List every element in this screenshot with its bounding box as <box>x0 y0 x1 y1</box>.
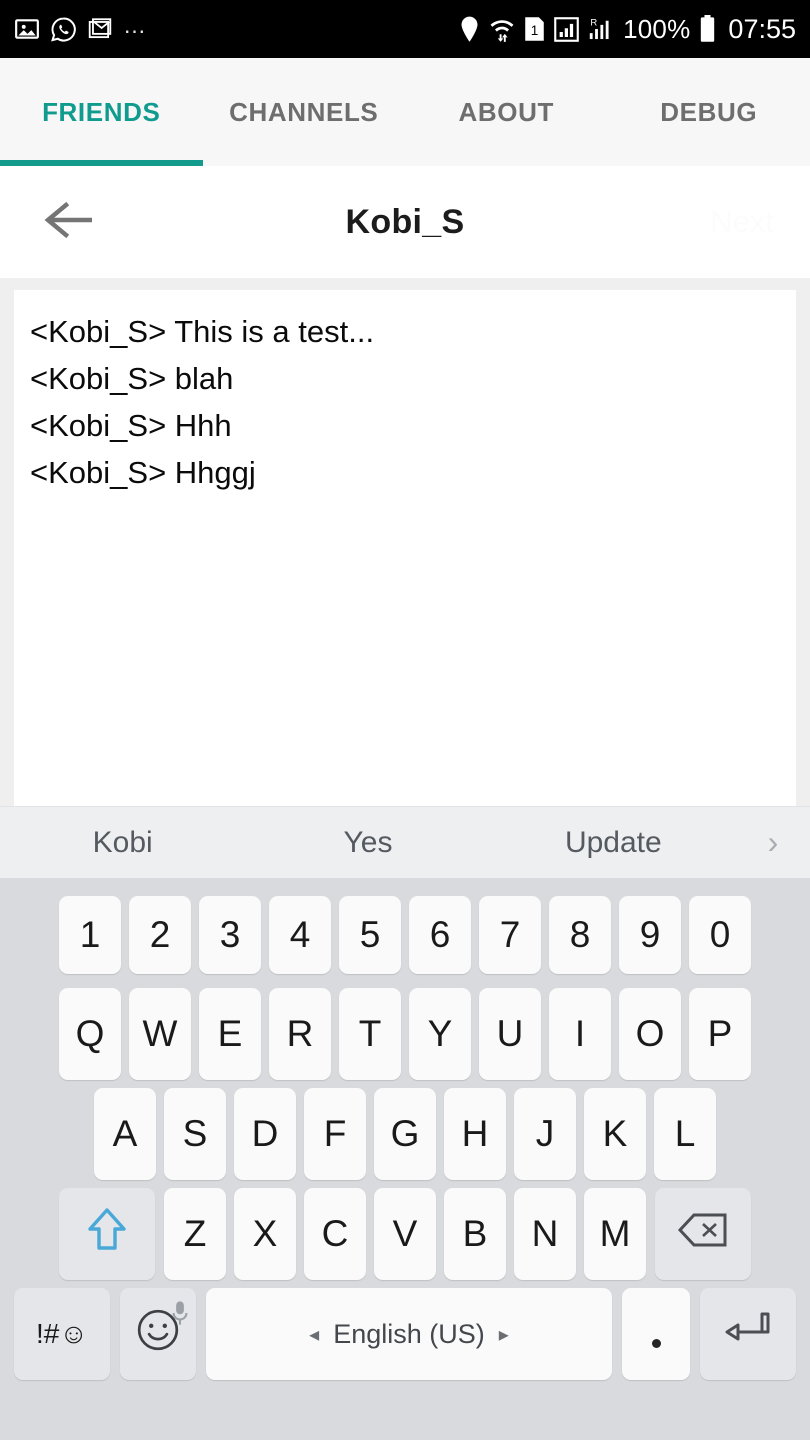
backspace-key[interactable] <box>655 1188 751 1280</box>
shift-key[interactable] <box>59 1188 155 1280</box>
tab-debug[interactable]: DEBUG <box>608 97 810 128</box>
key-u[interactable]: U <box>479 988 541 1080</box>
message-line: <Kobi_S> blah <box>30 361 234 396</box>
tab-friends[interactable]: FRIENDS <box>0 97 203 128</box>
key-d[interactable]: D <box>234 1088 296 1180</box>
wifi-icon <box>489 15 515 43</box>
message-line: <Kobi_S> Hhh <box>30 408 232 443</box>
signal-box-icon <box>554 16 579 42</box>
key-n[interactable]: N <box>514 1188 576 1280</box>
keyboard-row-bottom: !#☺ ◂ English (US) ▸ <box>0 1284 810 1384</box>
message-line: <Kobi_S> Hhggj <box>30 455 256 490</box>
key-s[interactable]: S <box>164 1088 226 1180</box>
location-pin-icon <box>459 16 480 43</box>
phone-screen: … 1 R 100% 07:55 FRIENDS CHANNELS ABOUT … <box>0 0 810 1440</box>
tab-bar: FRIENDS CHANNELS ABOUT DEBUG <box>0 58 810 166</box>
suggestions-expand-icon[interactable]: › <box>736 824 810 861</box>
conversation-header: Kobi_S Next <box>0 166 810 278</box>
next-language-icon[interactable]: ▸ <box>499 1322 509 1347</box>
key-4[interactable]: 4 <box>269 896 331 974</box>
battery-icon <box>699 15 716 43</box>
key-p[interactable]: P <box>689 988 751 1080</box>
tab-about[interactable]: ABOUT <box>405 97 608 128</box>
key-r[interactable]: R <box>269 988 331 1080</box>
key-v[interactable]: V <box>374 1188 436 1280</box>
gmail-icon <box>87 16 113 42</box>
microphone-icon <box>171 1293 189 1335</box>
status-bar: … 1 R 100% 07:55 <box>0 0 810 58</box>
tab-channels[interactable]: CHANNELS <box>203 97 406 128</box>
enter-key[interactable] <box>700 1288 796 1380</box>
roaming-signal-icon: R <box>588 16 614 42</box>
key-l[interactable]: L <box>654 1088 716 1180</box>
sim-1-icon: 1 <box>524 16 545 42</box>
key-a[interactable]: A <box>94 1088 156 1180</box>
key-5[interactable]: 5 <box>339 896 401 974</box>
key-j[interactable]: J <box>514 1088 576 1180</box>
message-line: <Kobi_S> This is a test... <box>30 314 375 349</box>
key-6[interactable]: 6 <box>409 896 471 974</box>
back-arrow-icon <box>41 199 97 246</box>
key-2[interactable]: 2 <box>129 896 191 974</box>
photos-icon <box>14 16 40 42</box>
suggestion-item[interactable]: Kobi <box>0 826 245 860</box>
keyboard-row-asdf: A S D F G H J K L <box>0 1084 810 1184</box>
period-dot-icon <box>651 1338 661 1348</box>
key-t[interactable]: T <box>339 988 401 1080</box>
status-overflow-icon: … <box>123 12 148 38</box>
message-panel: <Kobi_S> This is a test... <Kobi_S> blah… <box>0 278 810 806</box>
svg-text:R: R <box>590 17 597 28</box>
key-z[interactable]: Z <box>164 1188 226 1280</box>
clock-label: 07:55 <box>728 13 796 44</box>
key-g[interactable]: G <box>374 1088 436 1180</box>
keyboard-row-numbers: 1 2 3 4 5 6 7 8 9 0 <box>0 886 810 984</box>
space-language-label: English (US) <box>333 1318 485 1349</box>
status-bar-right-icons: 1 R 100% 07:55 <box>459 14 796 45</box>
key-i[interactable]: I <box>549 988 611 1080</box>
key-e[interactable]: E <box>199 988 261 1080</box>
key-8[interactable]: 8 <box>549 896 611 974</box>
status-bar-left-icons: … <box>14 12 148 43</box>
key-c[interactable]: C <box>304 1188 366 1280</box>
shift-arrow-icon <box>85 1205 129 1264</box>
space-key[interactable]: ◂ English (US) ▸ <box>206 1288 612 1380</box>
whatsapp-icon <box>50 16 77 43</box>
enter-return-icon <box>724 1310 772 1359</box>
period-key[interactable] <box>622 1288 690 1380</box>
key-h[interactable]: H <box>444 1088 506 1180</box>
svg-text:1: 1 <box>531 23 539 38</box>
key-0[interactable]: 0 <box>689 896 751 974</box>
key-m[interactable]: M <box>584 1188 646 1280</box>
key-o[interactable]: O <box>619 988 681 1080</box>
key-7[interactable]: 7 <box>479 896 541 974</box>
key-3[interactable]: 3 <box>199 896 261 974</box>
key-x[interactable]: X <box>234 1188 296 1280</box>
key-k[interactable]: K <box>584 1088 646 1180</box>
back-button[interactable] <box>32 192 106 252</box>
key-w[interactable]: W <box>129 988 191 1080</box>
key-1[interactable]: 1 <box>59 896 121 974</box>
key-b[interactable]: B <box>444 1188 506 1280</box>
key-q[interactable]: Q <box>59 988 121 1080</box>
on-screen-keyboard: 1 2 3 4 5 6 7 8 9 0 Q W E R T Y U I O P … <box>0 878 810 1440</box>
suggestion-bar: Kobi Yes Update › <box>0 806 810 878</box>
battery-percent-label: 100% <box>623 13 691 44</box>
emoji-key[interactable] <box>120 1288 196 1380</box>
keyboard-row-zxcv: Z X C V B N M <box>0 1184 810 1284</box>
keyboard-row-qwerty: Q W E R T Y U I O P <box>0 984 810 1084</box>
next-button[interactable]: Next <box>710 204 774 240</box>
symbols-key[interactable]: !#☺ <box>14 1288 110 1380</box>
message-log[interactable]: <Kobi_S> This is a test... <Kobi_S> blah… <box>14 290 796 806</box>
backspace-icon <box>677 1211 729 1258</box>
suggestion-item[interactable]: Update <box>491 826 736 860</box>
prev-language-icon[interactable]: ◂ <box>309 1322 319 1347</box>
key-f[interactable]: F <box>304 1088 366 1180</box>
key-y[interactable]: Y <box>409 988 471 1080</box>
page-title: Kobi_S <box>345 202 465 241</box>
suggestion-item[interactable]: Yes <box>245 826 490 860</box>
key-9[interactable]: 9 <box>619 896 681 974</box>
